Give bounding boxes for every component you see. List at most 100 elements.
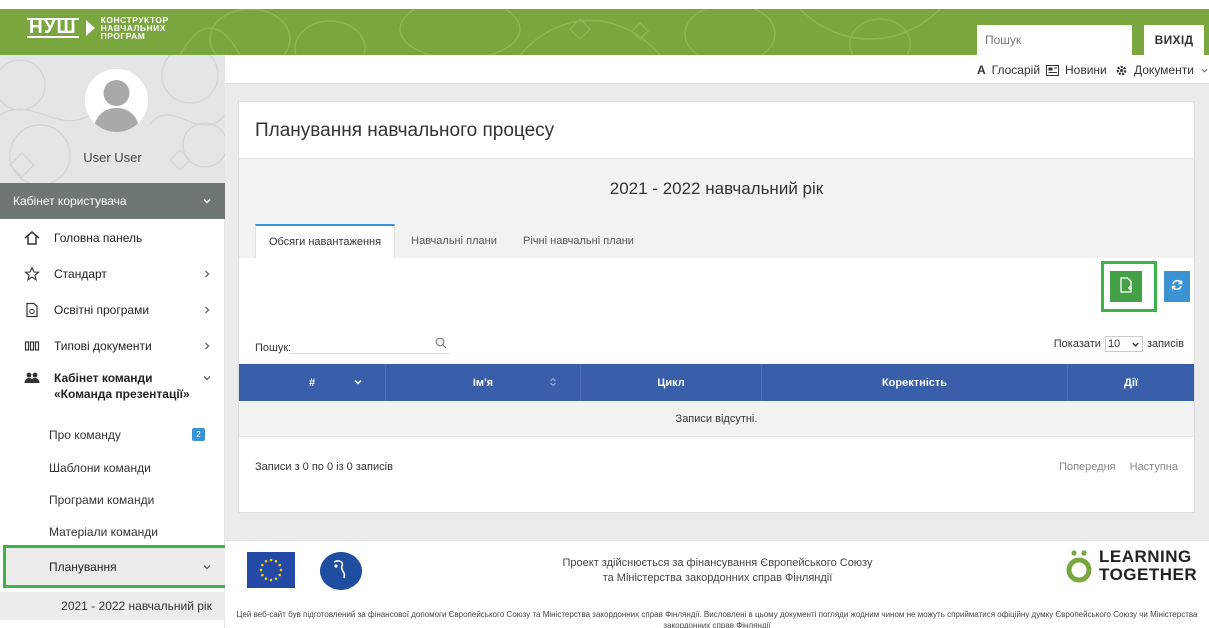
sidebar-subitem-year[interactable]: 2021 - 2022 навчальний рік [0, 592, 225, 620]
logo-line: ПРОГРАМ [100, 31, 146, 41]
column-header-number[interactable]: # [239, 364, 386, 401]
chevron-down-icon [1201, 68, 1208, 73]
avatar[interactable] [85, 69, 148, 132]
newspaper-icon [1046, 64, 1059, 76]
team-icon [24, 372, 40, 383]
sort-icon [550, 377, 556, 387]
page-size-control: Показати 10 записів [1054, 336, 1184, 352]
tab-workload[interactable]: Обсяги навантаження [255, 224, 395, 258]
header-search [977, 25, 1140, 55]
app-logo[interactable]: НУШ КОНСТРУКТОР НАВЧАЛЬНИХ ПРОГРАМ [27, 16, 169, 40]
learning-together-logo: LEARNING TOGETHER [1065, 548, 1197, 584]
sidebar-item-team-cabinet[interactable]: Кабінет команди «Команда презентації» [0, 370, 225, 404]
add-document-button[interactable] [1110, 271, 1142, 302]
sidebar-subitem-label: Програми команди [49, 493, 155, 507]
exit-button[interactable]: ВИХІД [1144, 25, 1204, 55]
chevron-down-icon [1132, 342, 1139, 347]
user-silhouette-icon [85, 69, 148, 132]
glossary-label: Глосарій [991, 63, 1041, 77]
sidebar-subitem-about-team[interactable]: Про команду 2 [0, 425, 225, 445]
news-link[interactable]: Новини [1046, 63, 1107, 77]
star-icon [24, 266, 40, 282]
sidebar-item-label: Кабінет команди «Команда презентації» [54, 371, 190, 401]
sidebar-subitem-team-programs[interactable]: Програми команди [0, 490, 225, 510]
user-cabinet-label: Кабінет користувача [13, 194, 127, 208]
documents-menu[interactable]: Документи [1115, 63, 1209, 77]
news-label: Новини [1065, 63, 1107, 77]
table-info: Записи з 0 по 0 із 0 записів [255, 461, 393, 473]
sidebar-item-label: Стандарт [54, 267, 107, 281]
sidebar-item-edu-programs[interactable]: Освітні програми [0, 299, 225, 321]
header-search-input[interactable] [985, 33, 1140, 47]
sidebar-subitem-label: Матеріали команди [49, 525, 158, 539]
chevron-down-icon [203, 199, 211, 204]
logo-text: КОНСТРУКТОР НАВЧАЛЬНИХ ПРОГРАМ [100, 16, 169, 41]
table-header: # Ім'я Цикл Коректність Дії [239, 364, 1194, 401]
footer-project-line: Проект здійснюється за фінансування Євро… [562, 557, 873, 569]
page-size-select[interactable]: 10 [1104, 336, 1143, 352]
chevron-down-icon [203, 376, 211, 381]
books-icon [24, 341, 40, 351]
logo-arrow-icon [85, 20, 95, 36]
page-title: Планування навчального процесу [255, 120, 555, 141]
add-file-icon [1120, 277, 1132, 293]
chevron-right-icon [205, 270, 210, 278]
sort-desc-icon [354, 380, 362, 385]
lt-line: LEARNING [1099, 547, 1192, 566]
sidebar-item-planning[interactable]: Планування [3, 545, 228, 588]
table-search-label: Пошук: [255, 342, 292, 354]
column-header-label: # [308, 376, 316, 389]
planning-card: Планування навчального процесу 2021 - 20… [238, 101, 1195, 513]
top-links-bar: A Глосарій Новини Документи [225, 55, 1209, 84]
sidebar-item-label: Планування [49, 559, 117, 574]
tab-curricula[interactable]: Навчальні плани [399, 224, 509, 258]
top-header: НУШ КОНСТРУКТОР НАВЧАЛЬНИХ ПРОГРАМ ВИХІД [0, 9, 1209, 55]
sidebar-item-standard[interactable]: Стандарт [0, 263, 225, 285]
pagination-prev[interactable]: Попередня [1059, 461, 1116, 473]
footer: Проект здійснюється за фінансування Євро… [225, 540, 1209, 628]
eu-flag-icon [247, 552, 295, 588]
pagination: Попередня Наступна [1059, 461, 1178, 473]
tab-annual-curricula[interactable]: Річні навчальні плани [511, 224, 646, 258]
chevron-right-icon [205, 342, 210, 350]
sidebar-item-typical-docs[interactable]: Типові документи [0, 335, 225, 357]
refresh-button[interactable] [1164, 271, 1190, 302]
user-name: User User [83, 150, 142, 165]
glossary-link[interactable]: A Глосарій [977, 63, 1040, 77]
user-cabinet-menu[interactable]: Кабінет користувача [0, 183, 225, 219]
sidebar-subitem-team-templates[interactable]: Шаблони команди [0, 458, 225, 478]
lt-line: TOGETHER [1099, 565, 1198, 584]
year-title: 2021 - 2022 навчальний рік [609, 179, 824, 198]
count-badge: 2 [192, 428, 205, 441]
learning-together-icon [1066, 550, 1092, 583]
sidebar-item-label: Головна панель [54, 231, 143, 245]
main-area: A Глосарій Новини Документи Планування н… [225, 55, 1209, 628]
column-header-actions: Дії [1068, 364, 1194, 401]
page-size-suffix: записів [1146, 338, 1184, 350]
column-header-cycle[interactable]: Цикл [581, 364, 762, 401]
profile-panel: User User [0, 55, 225, 183]
table-empty-row: Записи відсутні. [239, 401, 1194, 437]
chevron-right-icon [205, 306, 210, 314]
sidebar-item-dashboard[interactable]: Головна панель [0, 227, 225, 249]
finland-logo-icon [320, 552, 362, 590]
column-header-label: Ім'я [472, 376, 494, 389]
sidebar-subitem-team-materials[interactable]: Матеріали команди [0, 522, 225, 542]
page-size-value: 10 [1107, 338, 1121, 350]
chevron-down-icon [203, 564, 211, 569]
logo-mark: НУШ [27, 17, 79, 38]
sidebar: User User Кабінет користувача Головна па… [0, 55, 228, 628]
search-icon [435, 337, 447, 349]
column-header-label: Дії [1124, 376, 1138, 389]
learning-together-text: LEARNING TOGETHER [1099, 548, 1197, 584]
column-header-correctness[interactable]: Коректність [762, 364, 1068, 401]
footer-project-line: та Міністерства закордонних справ Фінлян… [602, 572, 833, 584]
pagination-next[interactable]: Наступна [1130, 461, 1178, 473]
document-icon [26, 302, 38, 318]
column-header-name[interactable]: Ім'я [386, 364, 581, 401]
gear-icon [1116, 65, 1127, 75]
footer-project-text: Проект здійснюється за фінансування Євро… [525, 556, 910, 586]
footer-disclaimer: Цей веб-сайт був підготовлений за фінанс… [236, 610, 1198, 628]
home-icon [24, 231, 40, 245]
table-search-input[interactable] [289, 330, 449, 354]
